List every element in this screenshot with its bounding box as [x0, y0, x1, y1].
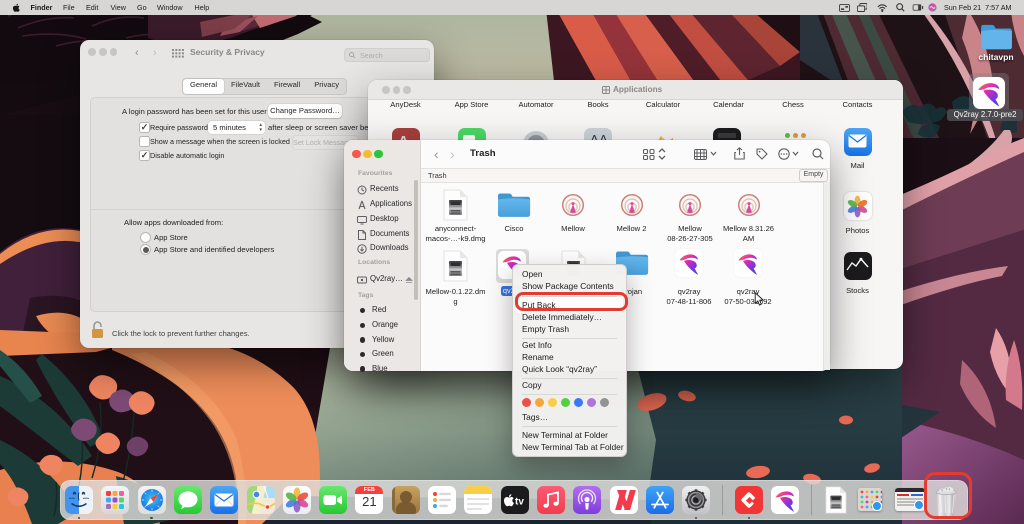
- svg-text:tv: tv: [515, 497, 524, 508]
